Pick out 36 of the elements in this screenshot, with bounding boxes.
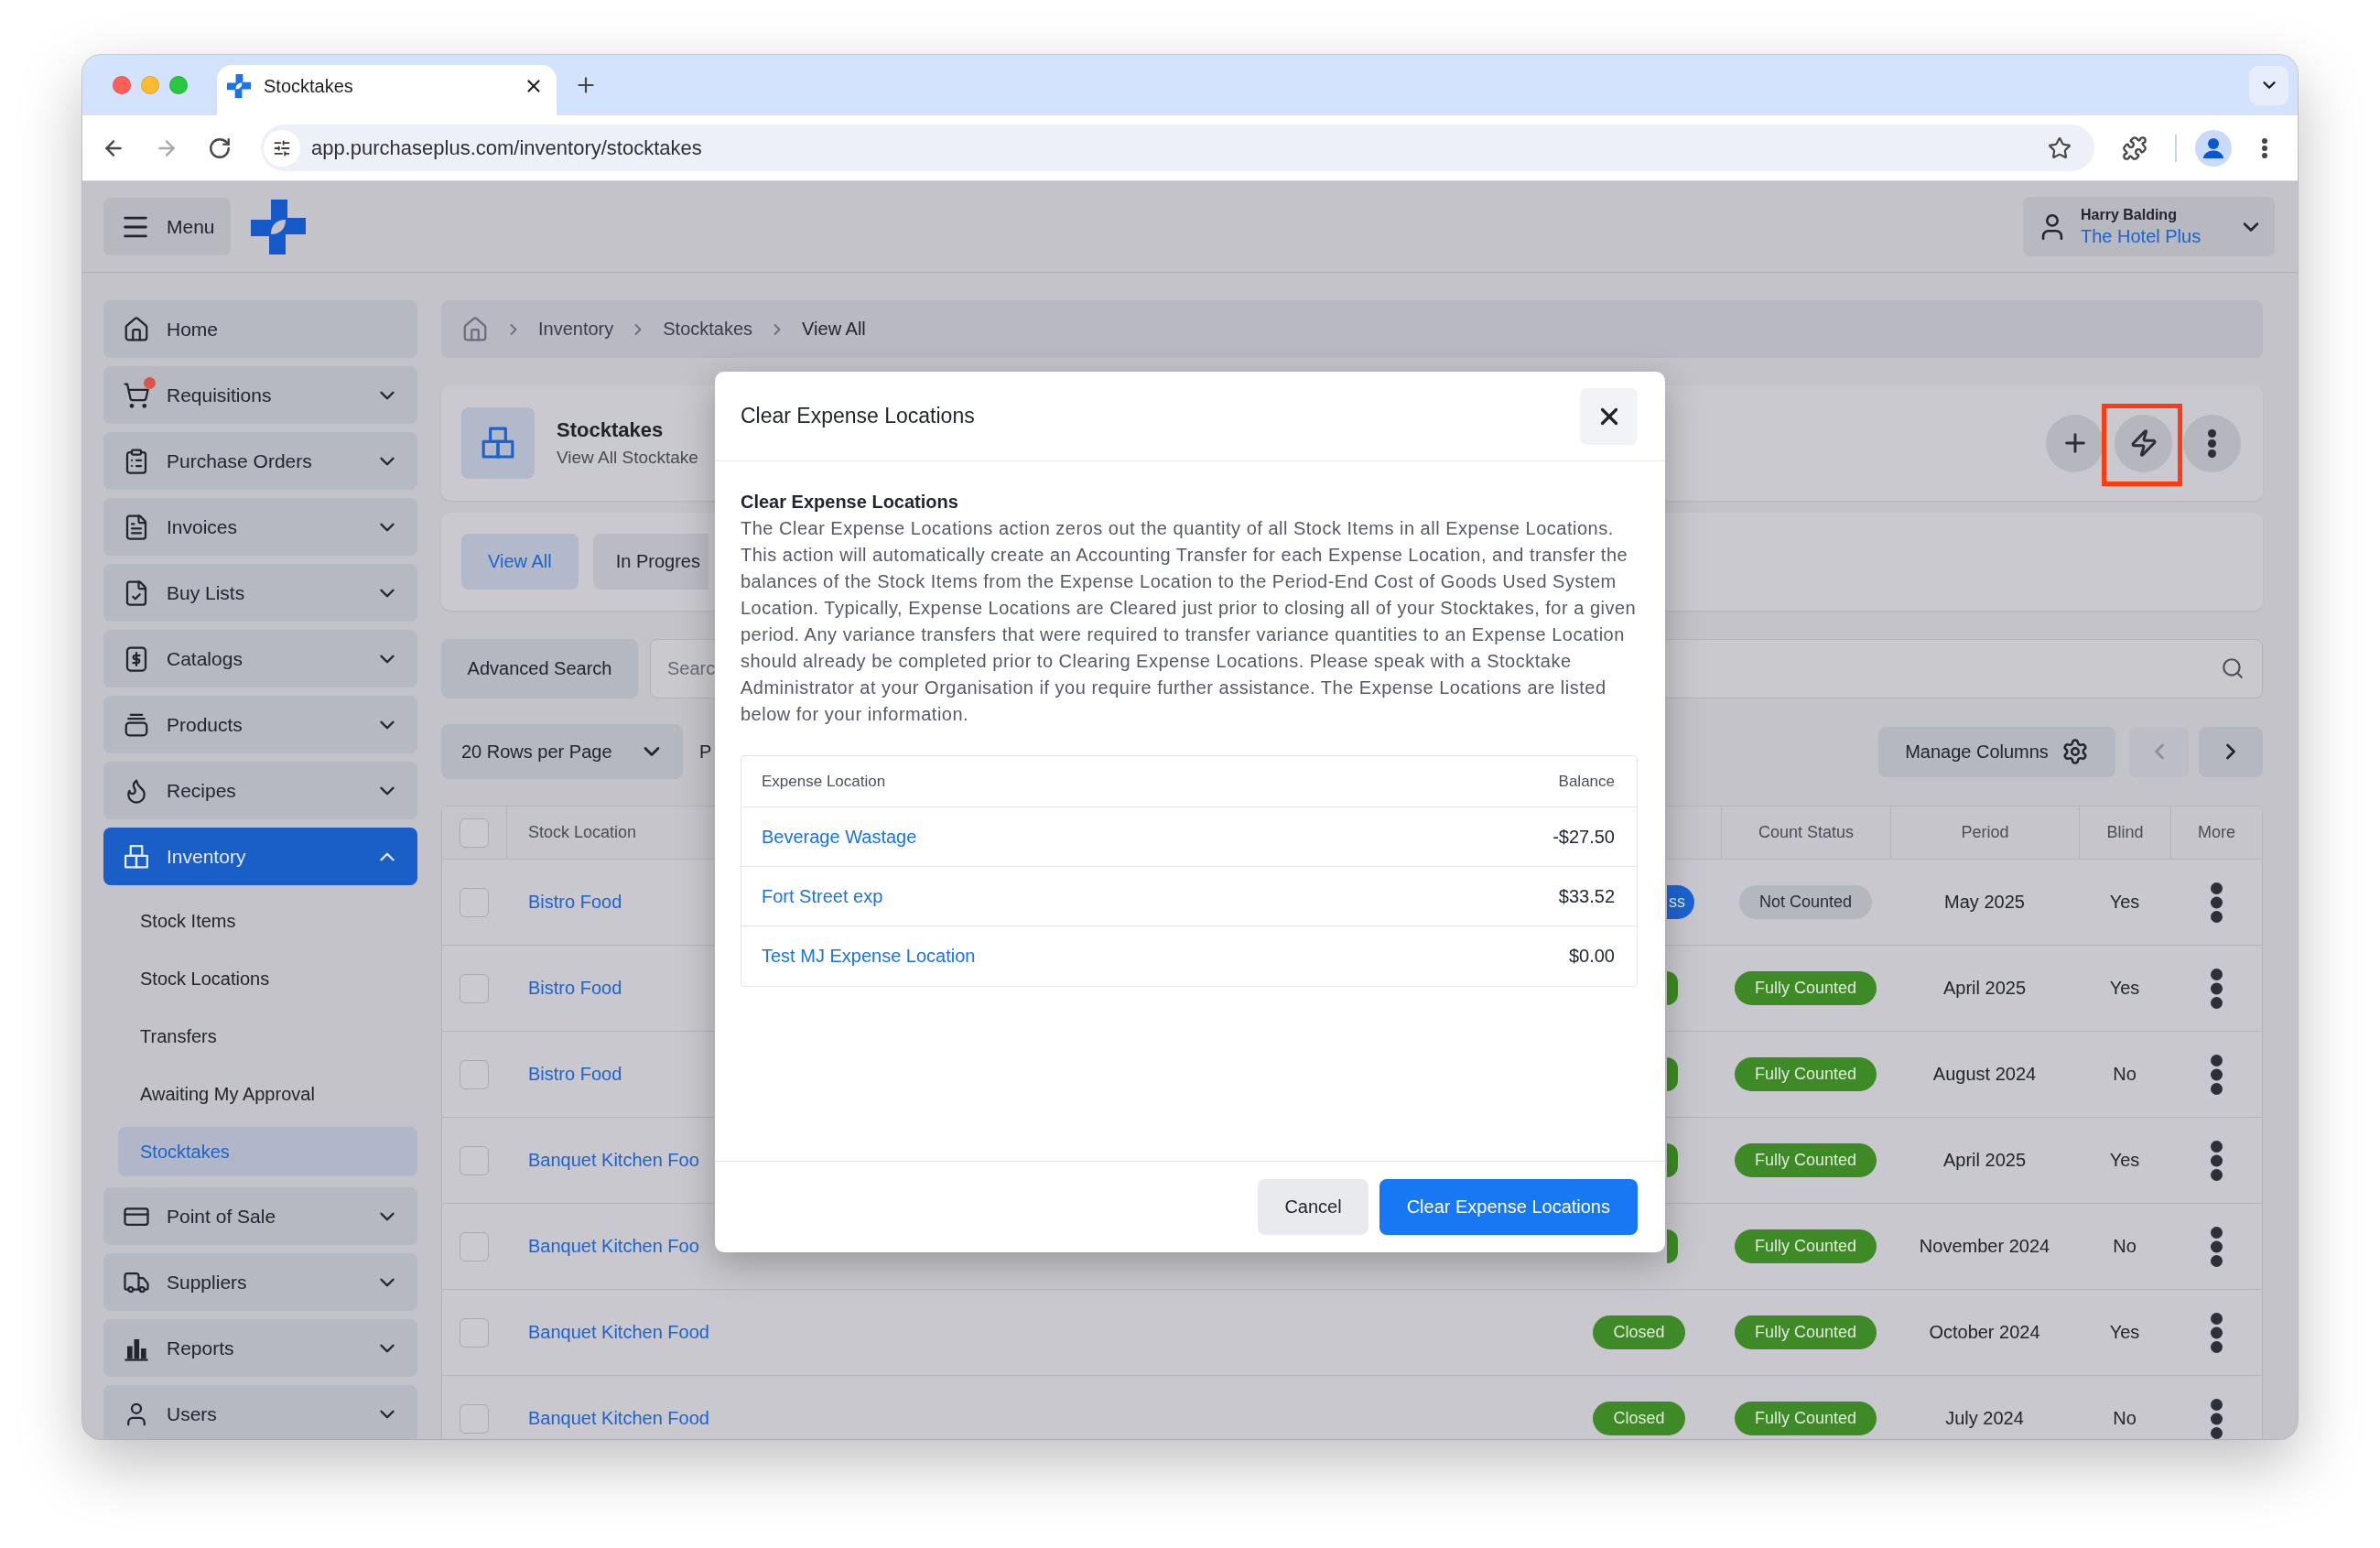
page-title: Stocktakes: [557, 418, 665, 442]
status-badge: Closed: [1593, 1315, 1685, 1349]
blind-cell: Yes: [2109, 978, 2140, 999]
status-badge: Closed: [1593, 1402, 1685, 1435]
period-cell: April 2025: [1942, 978, 2027, 999]
page-label: P: [699, 741, 712, 763]
page-subtitle: View All Stocktake: [557, 448, 698, 468]
column-header: Expense Location: [762, 772, 886, 791]
count-status-badge: Fully Counted: [1734, 1143, 1877, 1177]
status-badge: ss: [1667, 885, 1694, 919]
count-status-badge: Not Counted: [1738, 885, 1873, 919]
count-status-badge: Fully Counted: [1734, 1229, 1877, 1263]
count-status-badge: Fully Counted: [1734, 1315, 1877, 1349]
dialog-title: Clear Expense Locations: [741, 404, 975, 428]
dialog-heading: Clear Expense Locations: [741, 491, 959, 514]
blind-cell: Yes: [2109, 1322, 2140, 1343]
period-cell: November 2024: [1919, 1236, 2050, 1257]
balance-cell: $0.00: [1568, 946, 1615, 967]
period-cell: May 2025: [1944, 892, 2025, 913]
count-status-badge: Fully Counted: [1734, 971, 1877, 1005]
breadcrumb-current: View All: [802, 319, 866, 340]
dialog-description: The Clear Expense Locations action zeros out the quantity of all Stock Items in all Expense Locations. This action will automatically create an Accounting Transfer for each Expense Location, and transfer the balances of the Stock Items from the Expense Location to the Period-End Cost of Goods Used System Location. Typically, Expense Locations are Cleared just prior to closing all of your Stocktakes, for a given period. Any variance transfers that were required to transfer variance quantities to an Expense Location should already be completed prior to Clearing Expense Locations. Please speak with a Stocktake Administrator at your Organisation if you require further assistance. The Expense Locations are listed below for your information.: [741, 517, 1638, 726]
blind-cell: Yes: [2109, 892, 2140, 913]
period-cell: August 2024: [1932, 1064, 2037, 1085]
balance-cell: $33.52: [1558, 885, 1615, 907]
blind-cell: No: [2113, 1064, 2137, 1085]
blind-cell: Yes: [2109, 1150, 2140, 1171]
blind-cell: No: [2113, 1408, 2137, 1429]
column-header: Balance: [1558, 772, 1615, 791]
balance-cell: -$27.50: [1552, 826, 1615, 848]
period-cell: October 2024: [1929, 1322, 2040, 1343]
period-cell: April 2025: [1942, 1150, 2027, 1171]
count-status-badge: Fully Counted: [1734, 1402, 1877, 1435]
blind-cell: No: [2113, 1236, 2137, 1257]
count-status-badge: Fully Counted: [1734, 1057, 1877, 1091]
period-cell: July 2024: [1945, 1408, 2024, 1429]
